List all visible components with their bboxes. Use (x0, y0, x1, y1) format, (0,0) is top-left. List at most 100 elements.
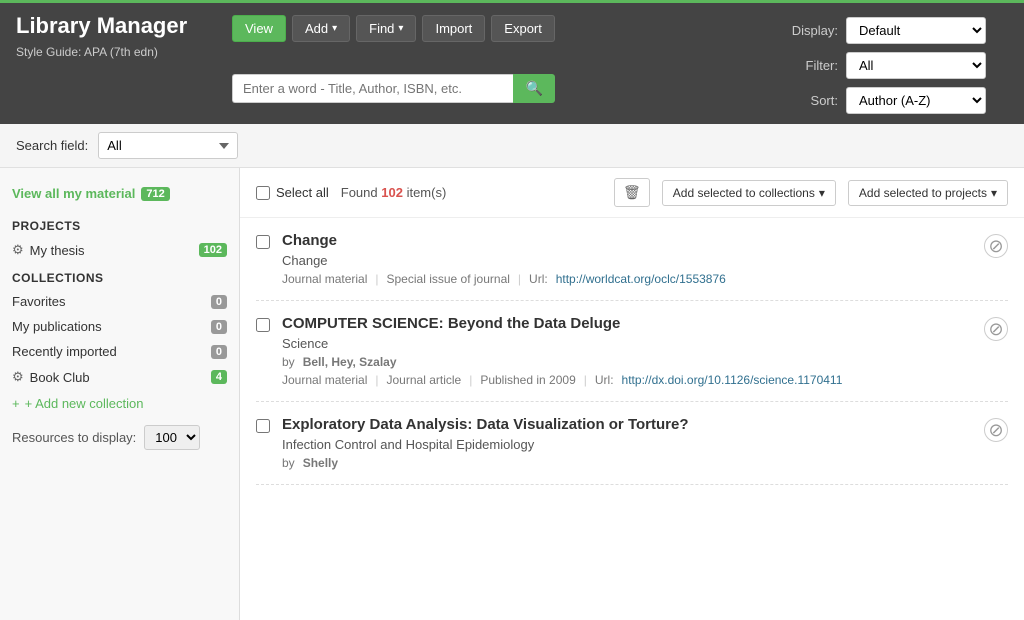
nav-buttons: View Add ▾ Find ▾ Import Export (232, 13, 555, 42)
collections-caret-icon: ▾ (819, 186, 825, 200)
top-bar: Library Manager Style Guide: APA (7th ed… (0, 0, 1024, 124)
sidebar-item-my-publications[interactable]: My publications 0 (0, 314, 239, 339)
item-1-meta: Journal material | Special issue of jour… (282, 272, 972, 286)
search-input[interactable] (232, 74, 513, 103)
recently-imported-label: Recently imported (12, 344, 205, 359)
gear-icon: ⚙ (12, 242, 24, 258)
item-1-type: Journal material (282, 272, 367, 286)
item-1-subtitle: Change (282, 253, 972, 268)
item-1-action-icon[interactable]: ⊘ (984, 234, 1008, 258)
search-field-label: Search field: (16, 138, 88, 153)
app-title: Library Manager (16, 13, 216, 39)
add-to-projects-button[interactable]: Add selected to projects ▾ (848, 180, 1008, 206)
my-thesis-label: My thesis (30, 243, 193, 258)
select-all-area: Select all (256, 185, 329, 200)
item-2-type: Journal material (282, 373, 367, 387)
content: Select all Found 102 item(s) 🗑 Add selec… (240, 168, 1024, 620)
nav-export-button[interactable]: Export (491, 15, 555, 42)
item-1-url[interactable]: http://worldcat.org/oclc/1553876 (556, 272, 726, 286)
sidebar-item-book-club[interactable]: ⚙ Book Club 4 (0, 364, 239, 390)
sidebar-item-my-thesis[interactable]: ⚙ My thesis 102 (0, 237, 239, 263)
item-list: Change Change Journal material | Special… (240, 218, 1024, 485)
item-2-title: COMPUTER SCIENCE: Beyond the Data Deluge (282, 315, 972, 332)
sort-row: Sort: Author (A-Z) Author (Z-A) Title (A… (788, 87, 1008, 114)
item-1-checkbox[interactable] (256, 235, 270, 249)
item-2-action-icon[interactable]: ⊘ (984, 317, 1008, 341)
list-item: Change Change Journal material | Special… (256, 218, 1008, 301)
item-3-by-label: by (282, 456, 295, 470)
sort-label: Sort: (788, 93, 838, 108)
resources-to-display: Resources to display: 100 10 25 50 200 (0, 417, 239, 458)
sidebar-item-recently-imported[interactable]: Recently imported 0 (0, 339, 239, 364)
sidebar: View all my material 712 PROJECTS ⚙ My t… (0, 168, 240, 620)
delete-button[interactable]: 🗑 (614, 178, 650, 207)
search-area: 🔍 (232, 46, 555, 103)
nav-import-button[interactable]: Import (422, 15, 485, 42)
favorites-label: Favorites (12, 294, 205, 309)
top-bar-left: Library Manager Style Guide: APA (7th ed… (16, 13, 216, 59)
nav-find-button[interactable]: Find ▾ (356, 15, 416, 42)
item-2-subtitle: Science (282, 336, 972, 351)
item-2-url-label: Url: (595, 373, 614, 387)
display-select[interactable]: Default Compact Full (846, 17, 986, 44)
my-publications-count: 0 (211, 320, 227, 334)
found-suffix: item(s) (407, 185, 447, 200)
view-all-material[interactable]: View all my material 712 (0, 180, 239, 211)
favorites-count: 0 (211, 295, 227, 309)
display-label: Display: (788, 23, 838, 38)
collections-section-title: COLLECTIONS (0, 263, 239, 289)
style-guide: Style Guide: APA (7th edn) (16, 45, 216, 59)
select-all-label: Select all (276, 185, 329, 200)
item-3-authors-row: by Shelly (282, 456, 972, 470)
gear-icon-2: ⚙ (12, 369, 24, 385)
item-3-body: Exploratory Data Analysis: Data Visualiz… (282, 416, 972, 470)
search-row: 🔍 (232, 74, 555, 103)
resources-label: Resources to display: (12, 430, 136, 445)
item-2-meta: Journal material | Journal article | Pub… (282, 373, 972, 387)
item-3-checkbox[interactable] (256, 419, 270, 433)
item-2-extra: Journal article (387, 373, 462, 387)
find-caret-icon: ▾ (398, 23, 403, 34)
add-to-collections-button[interactable]: Add selected to collections ▾ (662, 180, 836, 206)
item-3-action-icon[interactable]: ⊘ (984, 418, 1008, 442)
projects-caret-icon: ▾ (991, 186, 997, 200)
item-1-extra: Special issue of journal (387, 272, 510, 286)
nav-add-button[interactable]: Add ▾ (292, 15, 350, 42)
view-all-label: View all my material (12, 186, 135, 201)
view-all-count: 712 (141, 187, 169, 201)
filter-select[interactable]: All Books Journals (846, 52, 986, 79)
add-new-collection[interactable]: + + Add new collection (0, 390, 239, 417)
item-3-authors: Shelly (303, 456, 338, 470)
select-all-checkbox[interactable] (256, 186, 270, 200)
main-layout: View all my material 712 PROJECTS ⚙ My t… (0, 168, 1024, 620)
search-button[interactable]: 🔍 (513, 74, 554, 103)
projects-section-title: PROJECTS (0, 211, 239, 237)
search-field-row: Search field: All Title Author ISBN Year (0, 124, 1024, 168)
add-to-projects-label: Add selected to projects (859, 186, 987, 200)
my-thesis-count: 102 (199, 243, 227, 257)
item-2-url[interactable]: http://dx.doi.org/10.1126/science.117041… (622, 373, 843, 387)
top-right-controls: Display: Default Compact Full Filter: Al… (788, 13, 1008, 114)
filter-label: Filter: (788, 58, 838, 73)
sidebar-item-favorites[interactable]: Favorites 0 (0, 289, 239, 314)
item-2-checkbox[interactable] (256, 318, 270, 332)
book-club-label: Book Club (30, 370, 205, 385)
search-field-select[interactable]: All Title Author ISBN Year (98, 132, 238, 159)
item-1-title: Change (282, 232, 972, 249)
item-3-subtitle: Infection Control and Hospital Epidemiol… (282, 437, 972, 452)
sort-select[interactable]: Author (A-Z) Author (Z-A) Title (A-Z) Ye… (846, 87, 986, 114)
add-collection-icon: + (12, 396, 20, 411)
add-caret-icon: ▾ (332, 23, 337, 34)
item-2-published: Published in 2009 (480, 373, 575, 387)
item-2-authors: Bell, Hey, Szalay (303, 355, 397, 369)
display-row: Display: Default Compact Full (788, 17, 1008, 44)
item-2-body: COMPUTER SCIENCE: Beyond the Data Deluge… (282, 315, 972, 387)
item-1-url-label: Url: (529, 272, 548, 286)
found-count: 102 (381, 185, 403, 200)
book-club-count: 4 (211, 370, 227, 384)
list-item: COMPUTER SCIENCE: Beyond the Data Deluge… (256, 301, 1008, 402)
add-to-collections-label: Add selected to collections (673, 186, 815, 200)
found-text: Found 102 item(s) (341, 185, 447, 200)
resources-select[interactable]: 100 10 25 50 200 (144, 425, 200, 450)
nav-view-button[interactable]: View (232, 15, 286, 42)
